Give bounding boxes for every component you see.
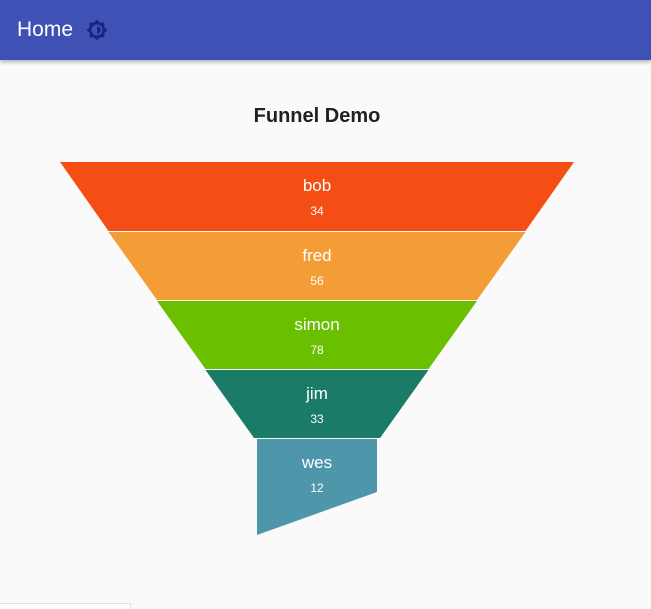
funnel-segment-label: bob: [303, 176, 331, 195]
bottom-panel-edge: [0, 603, 131, 609]
funnel-segment-fred[interactable]: [108, 232, 526, 300]
funnel-segment-label: simon: [294, 315, 339, 334]
funnel-segment-label: fred: [302, 246, 331, 265]
funnel-segment-value: 34: [310, 204, 324, 218]
funnel-segment-label: jim: [305, 384, 328, 403]
funnel-segment-simon[interactable]: [157, 301, 477, 369]
funnel-segment-label: wes: [301, 453, 332, 472]
funnel-segment-value: 56: [310, 274, 324, 288]
funnel-segment-value: 33: [310, 412, 324, 426]
funnel-segment-bob[interactable]: [60, 162, 574, 231]
funnel-segment-jim[interactable]: [205, 370, 429, 438]
funnel-segment-value: 12: [310, 481, 324, 495]
funnel-segment-value: 78: [310, 343, 324, 357]
funnel-chart: bob 34 fred 56 simon 78 jim 33 wes 12: [60, 162, 574, 535]
